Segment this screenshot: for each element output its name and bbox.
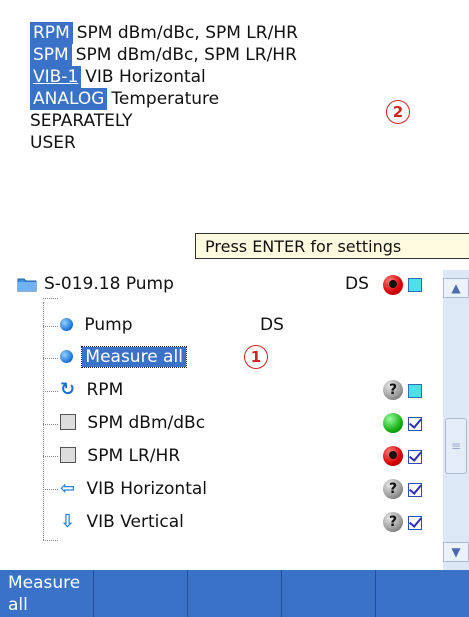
status-unknown-icon: ? — [383, 380, 403, 400]
measurement-tag: RPM — [30, 22, 73, 44]
tree-guide-line — [43, 540, 58, 541]
tree-guide-line — [43, 298, 58, 299]
checkbox-ticked[interactable] — [408, 450, 422, 464]
arrow-down-icon: ⇩ — [60, 511, 76, 532]
tree-item-label: Measure all — [81, 346, 187, 368]
tree-folder-label: S-019.18 Pump — [44, 274, 174, 294]
measurement-text: USER — [30, 133, 76, 153]
status-red-stop-icon — [383, 446, 403, 466]
measurement-list-panel: RPM SPM dBm/dBc, SPM LR/HR SPM SPM dBm/dBc… — [0, 0, 469, 264]
tree-item-pump[interactable]: Pump — [60, 313, 132, 337]
callout-2: 2 — [386, 100, 410, 124]
measurement-text: Temperature — [111, 89, 220, 109]
status-red-stop-icon — [383, 275, 403, 295]
tree-scrollbar[interactable]: ▲ ≡ ▼ — [443, 270, 469, 570]
tree-guide-line — [43, 424, 58, 425]
softkey-4[interactable] — [282, 570, 376, 617]
scroll-down-button[interactable]: ▼ — [443, 542, 469, 562]
softkey-5[interactable] — [376, 570, 469, 617]
measurement-row-vib[interactable]: VIB-1 VIB Horizontal — [30, 66, 206, 88]
tree-item-spm-dbm[interactable]: SPM dBm/dBc — [60, 411, 205, 435]
tree-item-suffix: DS — [260, 315, 284, 335]
measurement-text: SEPARATELY — [30, 111, 133, 131]
tree-item-label: VIB Vertical — [86, 512, 184, 532]
measurement-text: VIB Horizontal — [85, 67, 206, 87]
asset-tree: − S-019.18 Pump DS Pump DS Measure all 1… — [16, 264, 443, 570]
softkey-label-line2: all — [8, 595, 28, 615]
tree-guide-line — [43, 302, 44, 540]
measurement-row-rpm[interactable]: RPM SPM dBm/dBc, SPM LR/HR — [30, 22, 298, 44]
softkey-2[interactable] — [94, 570, 188, 617]
tree-item-vib-vertical[interactable]: ⇩ VIB Vertical — [60, 510, 184, 534]
tree-guide-line — [43, 391, 58, 392]
softkey-label-line1: Measure — [8, 573, 81, 593]
tree-item-label: VIB Horizontal — [86, 479, 208, 499]
arrow-left-icon: ⇦ — [60, 478, 76, 499]
tree-folder-suffix: DS — [345, 274, 369, 294]
softkey-bar: Measure all — [0, 570, 469, 617]
refresh-icon: ↻ — [60, 379, 76, 400]
measurement-text: SPM dBm/dBc, SPM LR/HR — [75, 45, 297, 65]
tree-guide-line — [43, 326, 58, 327]
checkbox-ticked[interactable] — [408, 417, 422, 431]
tree-guide-line — [43, 489, 58, 490]
measurement-row-user[interactable]: USER — [30, 132, 76, 154]
status-unknown-icon: ? — [383, 479, 403, 499]
enter-settings-tooltip: Press ENTER for settings — [195, 233, 469, 259]
status-unknown-icon: ? — [383, 512, 403, 532]
measurement-tag: VIB-1 — [30, 66, 82, 88]
checkbox-cyan[interactable] — [408, 384, 422, 398]
checkbox-ticked[interactable] — [408, 483, 422, 497]
tree-item-rpm[interactable]: ↻ RPM — [60, 378, 123, 402]
tree-item-measure-all[interactable]: Measure all — [60, 345, 187, 369]
tree-item-label: RPM — [86, 380, 124, 400]
measurement-text: SPM dBm/dBc, SPM LR/HR — [76, 23, 298, 43]
checkbox-cyan[interactable] — [408, 278, 422, 292]
measurement-tag: SPM — [30, 44, 72, 66]
tree-folder-pump[interactable]: S-019.18 Pump — [44, 272, 174, 296]
checkbox-ticked[interactable] — [408, 516, 422, 530]
tree-item-label: SPM LR/HR — [87, 446, 181, 466]
blue-ball-icon — [60, 350, 73, 363]
status-green-ok-icon — [383, 413, 403, 433]
spm-sensor-icon — [60, 447, 76, 463]
tree-item-spm-lrhr[interactable]: SPM LR/HR — [60, 444, 180, 468]
measurement-tag: ANALOG — [30, 88, 108, 110]
tree-guide-line — [43, 358, 58, 359]
tree-guide-line — [43, 456, 58, 457]
scroll-thumb[interactable]: ≡ — [445, 418, 467, 474]
blue-ball-icon — [60, 318, 73, 331]
tree-item-vib-horizontal[interactable]: ⇦ VIB Horizontal — [60, 477, 207, 501]
folder-icon — [17, 276, 37, 296]
measurement-row-spm[interactable]: SPM SPM dBm/dBc, SPM LR/HR — [30, 44, 297, 66]
tree-item-label: SPM dBm/dBc — [87, 413, 206, 433]
tree-item-label: Pump — [84, 315, 133, 335]
scroll-up-button[interactable]: ▲ — [443, 278, 469, 298]
softkey-3[interactable] — [188, 570, 282, 617]
spm-sensor-icon — [60, 414, 76, 430]
softkey-measure-all[interactable]: Measure all — [0, 570, 94, 617]
measurement-row-separately[interactable]: SEPARATELY — [30, 110, 132, 132]
callout-1: 1 — [244, 345, 268, 369]
measurement-row-analog[interactable]: ANALOG Temperature — [30, 88, 219, 110]
